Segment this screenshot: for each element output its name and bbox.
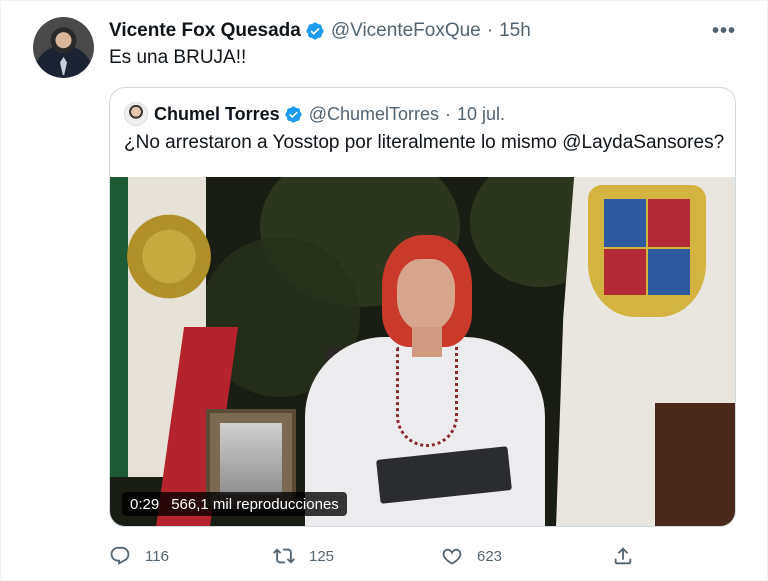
video-views: 566,1 mil reproducciones <box>171 495 339 513</box>
quoted-header: Chumel Torres @ChumelTorres · 10 jul. <box>124 102 505 126</box>
more-options-icon[interactable]: ••• <box>709 19 739 43</box>
author-handle[interactable]: @VicenteFoxQue <box>331 20 481 42</box>
verified-badge-icon <box>285 105 302 123</box>
quoted-author-avatar[interactable] <box>124 102 148 126</box>
coat-of-arms <box>588 185 706 317</box>
verified-badge-icon <box>306 22 324 40</box>
tweet-card[interactable]: Vicente Fox Quesada @VicenteFoxQue · 15h… <box>0 0 768 581</box>
share-icon <box>614 547 632 565</box>
video-player[interactable]: 0:29 566,1 mil reproducciones <box>110 177 735 526</box>
quoted-date: 10 jul. <box>457 103 506 124</box>
retweet-count: 125 <box>309 547 335 565</box>
like-button[interactable]: 623 <box>441 541 502 571</box>
desk <box>655 403 735 526</box>
author-avatar[interactable] <box>33 17 94 78</box>
mexico-flag <box>110 177 239 526</box>
tweet-text: Es una BRUJA!! <box>109 47 247 68</box>
quoted-text: ¿No arrestaron a Yosstop por literalment… <box>124 132 725 153</box>
video-duration: 0:29 <box>130 495 160 513</box>
header-separator: · <box>486 20 494 41</box>
tweet-time[interactable]: 15h <box>499 20 531 42</box>
share-button[interactable] <box>612 541 648 571</box>
quoted-author-handle: @ChumelTorres <box>308 103 440 124</box>
quoted-author-name: Chumel Torres <box>154 103 280 124</box>
heart-icon <box>442 548 462 565</box>
reply-button[interactable]: 116 <box>109 541 169 571</box>
retweet-icon <box>273 548 295 564</box>
reply-icon <box>110 546 130 565</box>
quoted-separator: · <box>445 103 452 124</box>
like-count: 623 <box>477 547 503 565</box>
tweet-actions: 116 125 623 <box>109 541 639 571</box>
tweet-header: Vicente Fox Quesada @VicenteFoxQue · 15h <box>109 18 531 44</box>
reply-count: 116 <box>145 547 169 565</box>
quoted-tweet[interactable]: Chumel Torres @ChumelTorres · 10 jul. ¿N… <box>109 87 736 527</box>
author-name[interactable]: Vicente Fox Quesada <box>109 20 301 42</box>
retweet-button[interactable]: 125 <box>273 541 334 571</box>
video-info-badge: 0:29 566,1 mil reproducciones <box>122 492 347 516</box>
